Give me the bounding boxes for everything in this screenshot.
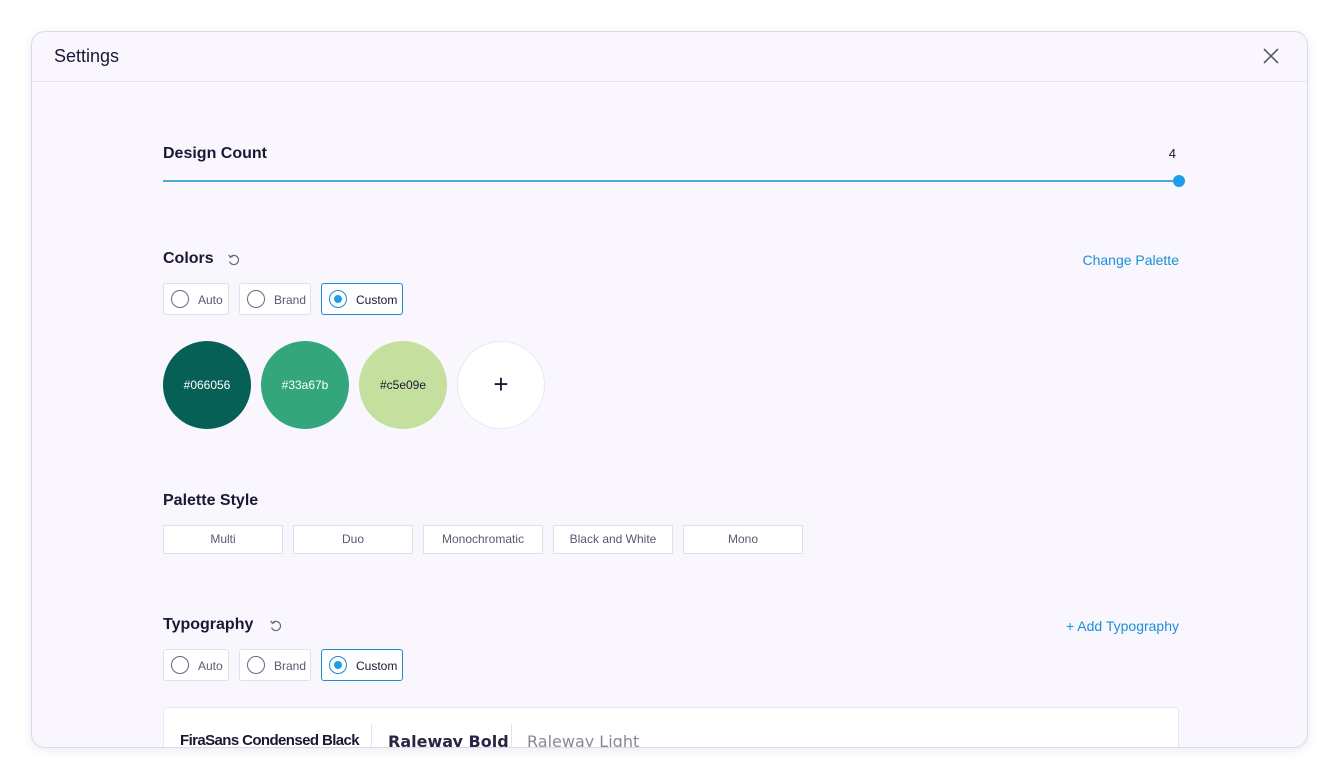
radio-dot xyxy=(334,295,342,303)
reset-icon[interactable] xyxy=(269,619,283,633)
settings-modal: Settings Design Count 4 Colors Change Pa… xyxy=(31,31,1308,748)
palette-style-duo[interactable]: Duo xyxy=(293,525,413,554)
palette-style-header: Palette Style xyxy=(163,492,1179,514)
modal-title: Settings xyxy=(54,46,120,66)
font-divider xyxy=(511,724,512,747)
radio-circle xyxy=(171,290,189,308)
color-swatch[interactable]: #066056 xyxy=(163,341,251,429)
close-icon xyxy=(1263,48,1279,64)
colors-option-auto[interactable]: Auto xyxy=(163,283,229,315)
design-count-label: Design Count xyxy=(163,145,267,162)
radio-circle xyxy=(171,656,189,674)
palette-style-monochromatic[interactable]: Monochromatic xyxy=(423,525,543,554)
radio-label: Brand xyxy=(274,293,307,307)
radio-circle xyxy=(329,290,347,308)
color-swatch[interactable]: #33a67b xyxy=(261,341,349,429)
radio-label: Auto xyxy=(198,659,223,673)
colors-header: Colors Change Palette xyxy=(163,250,1179,272)
color-swatch[interactable]: #c5e09e xyxy=(359,341,447,429)
typography-fonts: FiraSans Condensed Black Raleway Bold Ra… xyxy=(163,707,1179,747)
add-typography-link[interactable]: + Add Typography xyxy=(1066,618,1179,634)
radio-label: Auto xyxy=(198,293,223,307)
typography-option-brand[interactable]: Brand xyxy=(239,649,311,681)
typography-option-custom[interactable]: Custom xyxy=(321,649,403,681)
colors-option-brand[interactable]: Brand xyxy=(239,283,311,315)
colors-title: Colors xyxy=(163,250,214,267)
typography-title: Typography xyxy=(163,616,254,633)
typography-option-auto[interactable]: Auto xyxy=(163,649,229,681)
design-count-section: Design Count 4 xyxy=(163,112,1185,187)
color-swatches: #066056 #33a67b #c5e09e + xyxy=(163,341,663,431)
design-count-slider[interactable] xyxy=(163,175,1185,187)
radio-circle xyxy=(247,290,265,308)
typography-header: Typography + Add Typography xyxy=(163,616,1179,638)
font-item-raleway-light[interactable]: Raleway Light xyxy=(527,732,639,747)
design-count-value: 4 xyxy=(1168,146,1176,161)
modal-header: Settings xyxy=(32,32,1307,82)
close-button[interactable] xyxy=(1261,46,1281,66)
slider-thumb[interactable] xyxy=(1173,175,1185,187)
font-item-firasans-condensed-black[interactable]: FiraSans Condensed Black xyxy=(180,732,360,747)
radio-label: Custom xyxy=(356,659,398,673)
palette-style-black-and-white[interactable]: Black and White xyxy=(553,525,673,554)
palette-style-multi[interactable]: Multi xyxy=(163,525,283,554)
radio-circle xyxy=(247,656,265,674)
add-color-button[interactable]: + xyxy=(457,341,545,429)
radio-label: Custom xyxy=(356,293,398,307)
palette-style-title: Palette Style xyxy=(163,492,259,509)
reset-icon[interactable] xyxy=(227,253,241,267)
colors-option-custom[interactable]: Custom xyxy=(321,283,403,315)
font-divider xyxy=(371,724,372,747)
palette-style-mono[interactable]: Mono xyxy=(683,525,803,554)
font-item-raleway-bold[interactable]: Raleway Bold xyxy=(388,732,509,747)
radio-circle xyxy=(329,656,347,674)
radio-label: Brand xyxy=(274,659,307,673)
radio-dot xyxy=(334,661,342,669)
change-palette-link[interactable]: Change Palette xyxy=(1082,252,1179,268)
